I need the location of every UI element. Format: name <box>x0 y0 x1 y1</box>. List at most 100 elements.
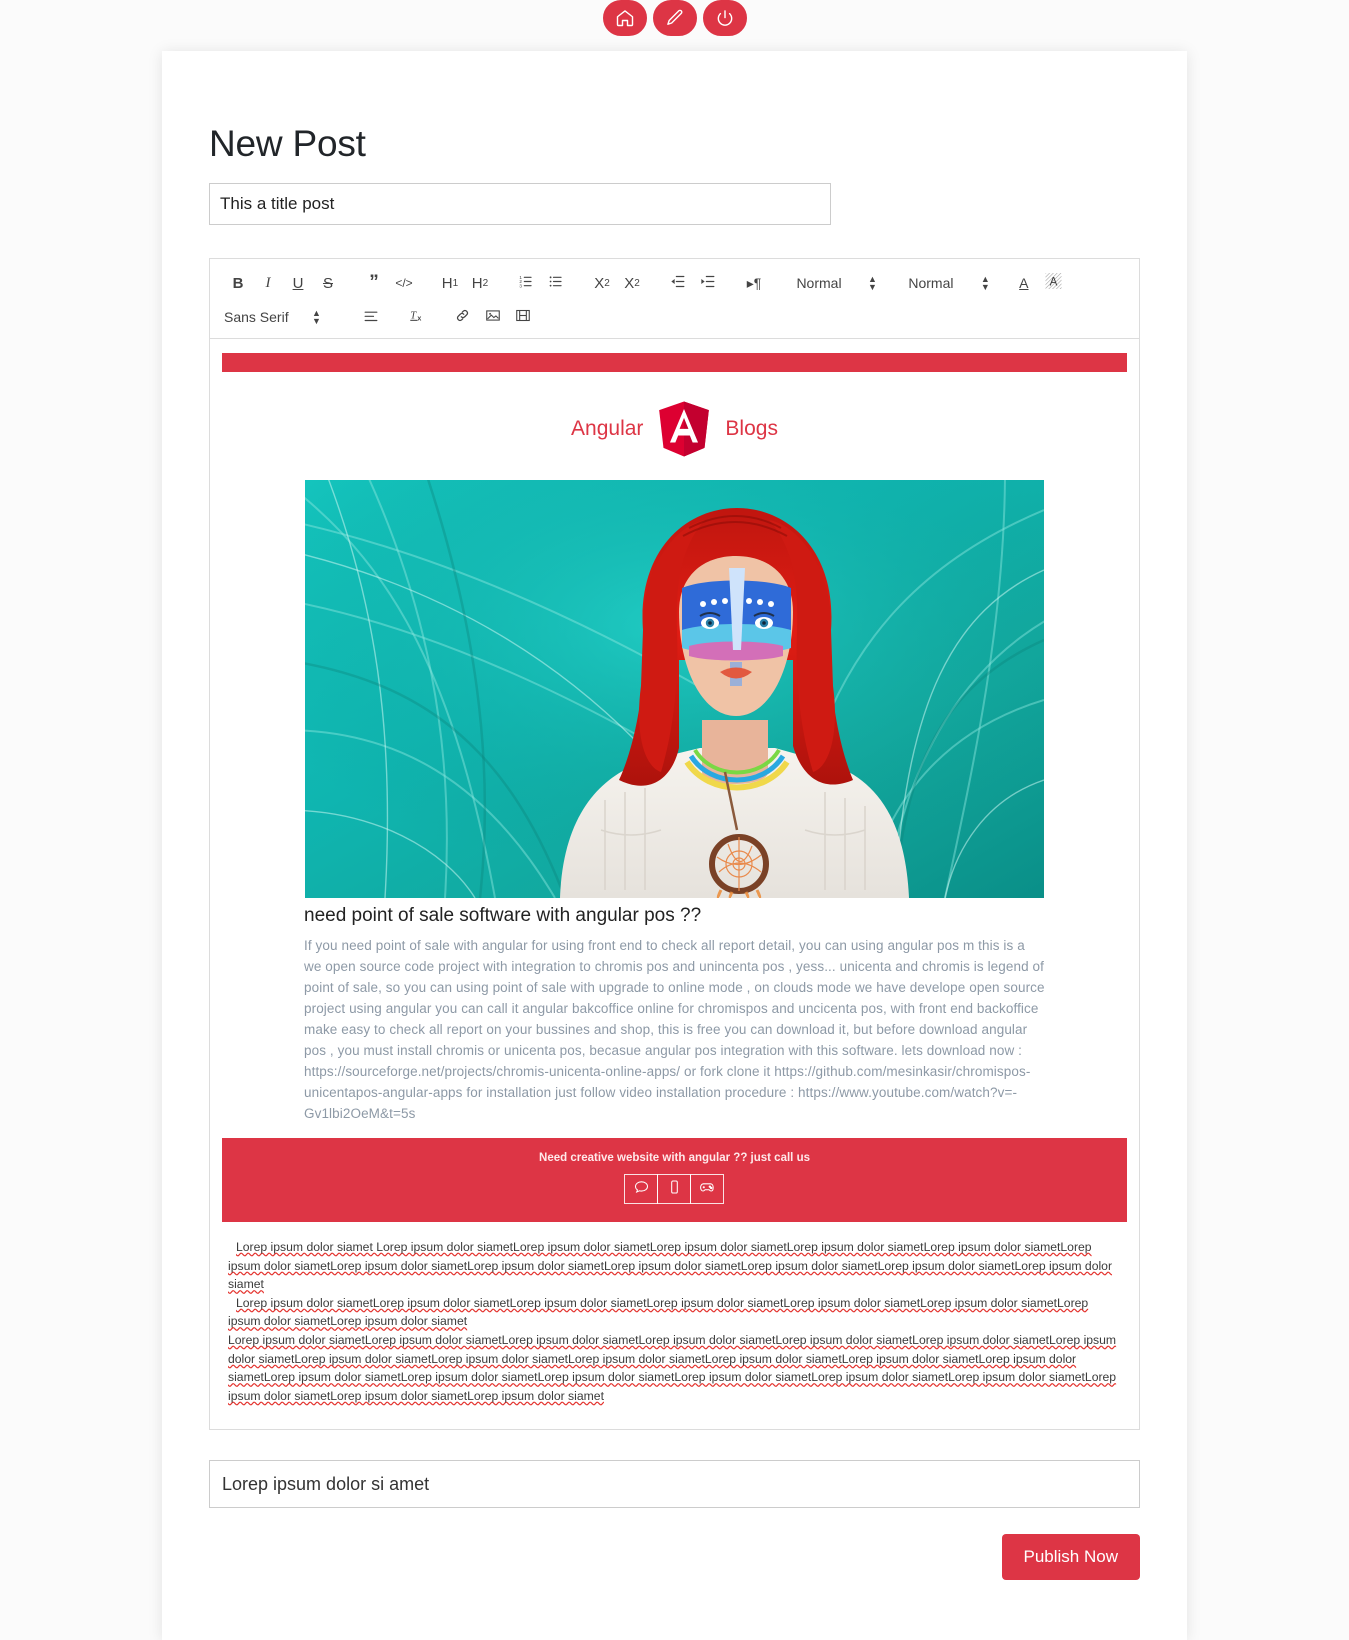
heading-select[interactable]: Normal ▲ ▼ <box>897 274 990 292</box>
blockquote-label: ” <box>369 272 379 293</box>
toolbar-row-2: Sans Serif ▲ ▼ T x <box>224 302 1131 332</box>
text-color-label: A <box>1019 275 1029 291</box>
new-post-card: New Post /* placeholder bound separately… <box>162 51 1187 1640</box>
brand-left-label: Angular <box>571 417 644 440</box>
superscript-label: X <box>624 274 635 292</box>
lorem-paragraph: Lorep ipsum dolor siametLorep ipsum dolo… <box>228 1331 1121 1405</box>
post-title-input[interactable] <box>209 183 831 225</box>
strike-label: S <box>322 274 333 292</box>
underline-label: U <box>292 274 304 292</box>
clear-format-button[interactable]: T x <box>403 304 431 330</box>
angular-logo-icon <box>657 400 711 458</box>
ordered-list-icon: 1 2 3 <box>518 274 534 293</box>
insert-video-button[interactable] <box>509 304 537 330</box>
bold-button[interactable]: B <box>224 270 252 296</box>
chat-button[interactable] <box>624 1174 658 1204</box>
superscript-button[interactable]: X2 <box>618 270 646 296</box>
strikethrough-button[interactable]: S <box>314 270 342 296</box>
link-button[interactable] <box>449 304 477 330</box>
subscript-button[interactable]: X2 <box>588 270 616 296</box>
heading-2-button[interactable]: H2 <box>466 270 494 296</box>
font-size-value: Normal <box>796 275 842 291</box>
bold-label: B <box>232 274 244 292</box>
hero-image <box>305 480 1044 898</box>
text-direction-button[interactable]: ▸¶ <box>740 270 768 296</box>
code-block-button[interactable]: </> <box>390 270 418 296</box>
h1-subscript: 1 <box>452 277 459 289</box>
home-button[interactable] <box>600 0 649 38</box>
edit-button[interactable] <box>650 0 699 38</box>
align-icon <box>363 308 379 327</box>
lorem-paragraph: Lorep ipsum dolor siamet Lorep ipsum dol… <box>228 1238 1121 1294</box>
brand-right-label: Blogs <box>725 417 778 440</box>
video-icon <box>515 308 531 327</box>
outdent-icon <box>670 274 686 293</box>
mobile-button[interactable] <box>657 1174 691 1204</box>
h2-label: H <box>471 274 483 292</box>
editor-content-area[interactable]: Angular Blogs need point of sale softwar… <box>209 339 1140 1431</box>
article-body: If you need point of sale with angular f… <box>304 938 1045 1121</box>
chevron-updown-icon: ▲ ▼ <box>868 274 877 292</box>
lorem-paragraph: Lorep ipsum dolor siametLorep ipsum dolo… <box>228 1294 1121 1331</box>
svg-text:A: A <box>1050 276 1058 288</box>
image-icon <box>485 308 501 327</box>
chat-bubble-icon <box>633 1179 650 1200</box>
gamepad-icon <box>698 1179 716 1200</box>
post-excerpt-input[interactable] <box>209 1460 1140 1509</box>
chevron-updown-icon: ▲ ▼ <box>980 274 990 292</box>
bullet-list-icon <box>548 274 564 293</box>
editor-footer: Publish Now <box>209 1534 1140 1581</box>
heading-1-button[interactable]: H1 <box>436 270 464 296</box>
lorem-text-block[interactable]: Lorep ipsum dolor siamet Lorep ipsum dol… <box>222 1222 1127 1413</box>
edit-icon <box>665 8 685 28</box>
link-icon <box>455 308 470 327</box>
lorem-paragraph-2-text: Lorep ipsum dolor siametLorep ipsum dolo… <box>228 1295 1089 1329</box>
svg-text:x: x <box>418 314 422 322</box>
newsletter-brand-header: Angular Blogs <box>222 372 1127 480</box>
text-direction-icon: ▸¶ <box>746 274 762 291</box>
article-inner: need point of sale software with angular… <box>304 905 1045 1124</box>
font-size-select[interactable]: Normal ▲ ▼ <box>786 274 877 292</box>
background-color-button[interactable]: A <box>1040 270 1068 296</box>
h1-label: H <box>441 274 453 292</box>
lorem-paragraph-1-text: Lorep ipsum dolor siamet Lorep ipsum dol… <box>228 1240 1113 1292</box>
bullet-list-button[interactable] <box>542 270 570 296</box>
underline-button[interactable]: U <box>284 270 312 296</box>
clear-format-icon: T x <box>408 307 425 327</box>
power-button[interactable] <box>700 0 749 38</box>
font-family-value: Sans Serif <box>224 309 289 325</box>
power-icon <box>715 8 735 28</box>
newsletter-top-bar <box>222 353 1127 372</box>
blockquote-button[interactable]: ” <box>360 270 388 296</box>
editor-toolbar: B I U S ” </> H1 H2 1 2 3 X 2 X 2 ▸¶ Nor… <box>209 258 1140 339</box>
text-color-button[interactable]: A <box>1010 270 1038 296</box>
publish-button[interactable]: Publish Now <box>1001 1534 1140 1581</box>
subscript-label: X <box>594 274 605 292</box>
newsletter-cta-banner: Need creative website with angular ?? ju… <box>222 1138 1127 1222</box>
font-family-select[interactable]: Sans Serif ▲ ▼ <box>224 308 321 326</box>
lorem-paragraph-3-text: Lorep ipsum dolor siametLorep ipsum dolo… <box>228 1332 1117 1403</box>
superscript-number: 2 <box>634 277 640 289</box>
page-title: New Post <box>209 123 366 164</box>
outdent-button[interactable] <box>664 270 692 296</box>
italic-label: I <box>265 274 271 291</box>
mobile-phone-icon <box>666 1179 683 1200</box>
chevron-updown-icon: ▲ ▼ <box>312 308 321 326</box>
code-label: </> <box>395 276 413 290</box>
heading-value: Normal <box>908 275 954 291</box>
insert-image-button[interactable] <box>479 304 507 330</box>
h2-subscript: 2 <box>482 277 489 289</box>
games-button[interactable] <box>690 1174 724 1204</box>
newsletter-article: need point of sale software with angular… <box>222 905 1127 1124</box>
indent-button[interactable] <box>694 270 722 296</box>
toolbar-row-1: B I U S ” </> H1 H2 1 2 3 X 2 X 2 ▸¶ Nor… <box>224 268 1131 298</box>
background-color-icon: A <box>1045 273 1062 293</box>
align-button[interactable] <box>357 304 385 330</box>
article-title: need point of sale software with angular… <box>304 905 702 926</box>
indent-icon <box>700 274 716 293</box>
ordered-list-button[interactable]: 1 2 3 <box>512 270 540 296</box>
home-icon <box>615 8 635 28</box>
cta-text: Need creative website with angular ?? ju… <box>539 1152 810 1164</box>
cta-icon-group <box>624 1174 724 1204</box>
italic-button[interactable]: I <box>254 270 282 296</box>
